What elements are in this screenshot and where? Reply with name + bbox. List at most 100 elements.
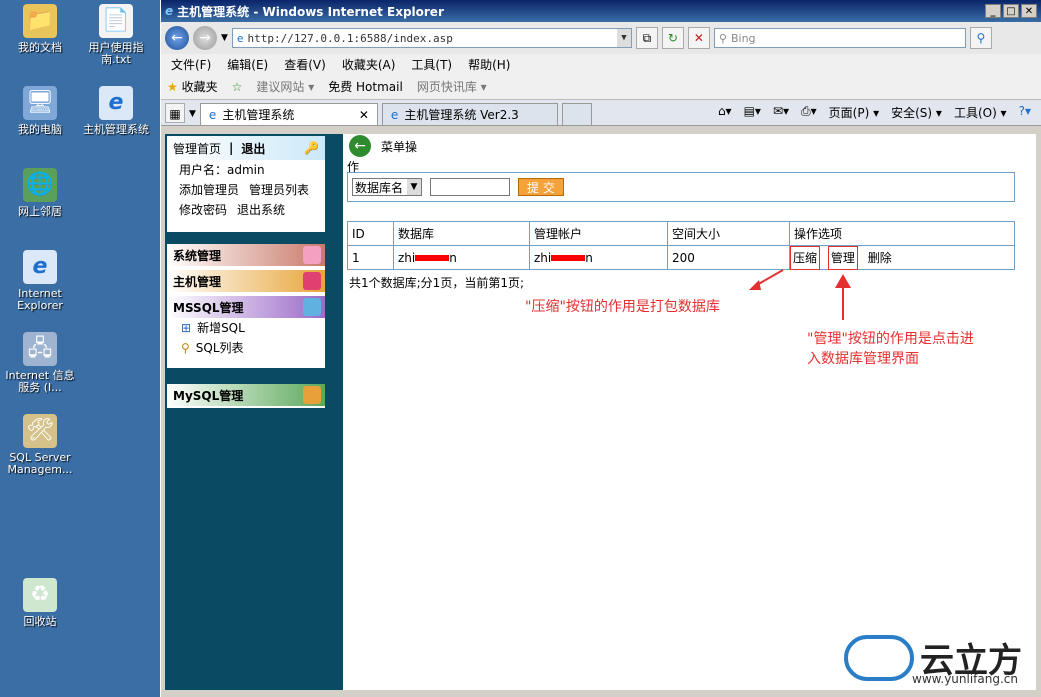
annotation-compress: "压缩"按钮的作用是打包数据库: [525, 299, 720, 315]
delete-button[interactable]: 删除: [868, 251, 892, 265]
window-controls: _ □ ✕: [985, 4, 1037, 18]
back-arrow-icon[interactable]: ←: [349, 135, 371, 157]
admin-home-link[interactable]: 管理首页: [173, 140, 221, 157]
maximize-button[interactable]: □: [1003, 4, 1019, 18]
tab-page-icon: e: [390, 107, 399, 122]
mssql-add[interactable]: ⊞ 新增SQL: [167, 318, 325, 338]
help-icon[interactable]: ?▾: [1019, 104, 1031, 121]
menu-file[interactable]: 文件(F): [171, 56, 211, 73]
exit-system-link[interactable]: 退出系统: [237, 202, 285, 218]
mssql-list[interactable]: ⚲ SQL列表: [167, 338, 325, 358]
field-select[interactable]: 数据库名 ▼: [352, 178, 423, 196]
user-box: 管理首页 | 退出 🔑 用户名：admin 添加管理员 管理员列表 修改密码 退…: [167, 136, 325, 232]
keyword-input[interactable]: [430, 178, 511, 196]
minimize-button[interactable]: _: [985, 4, 1001, 18]
tab-host-manager[interactable]: e 主机管理系统 ✕: [199, 103, 378, 125]
history-dropdown-icon[interactable]: ▼: [221, 33, 228, 43]
submit-button[interactable]: 提 交: [518, 178, 564, 196]
database-table: ID 数据库 管理帐户 空间大小 操作选项 1 zhin zhin 200: [347, 221, 1015, 270]
folder-icon: 📁: [23, 4, 57, 38]
search-button[interactable]: ⚲: [969, 27, 992, 49]
add-favorite-icon[interactable]: ☆: [232, 80, 243, 94]
menu-edit[interactable]: 编辑(E): [227, 56, 268, 73]
address-dropdown-icon[interactable]: ▼: [616, 29, 631, 47]
network-icon: 🌐: [23, 168, 57, 202]
tab-list-dropdown-icon[interactable]: ▼: [189, 109, 196, 119]
admin-list-link[interactable]: 管理员列表: [249, 182, 309, 198]
favorites-button[interactable]: ★ 收藏夹: [167, 78, 218, 95]
feeds-icon[interactable]: ▤▾: [744, 104, 761, 121]
fav-suggested-sites[interactable]: 建议网站 ▾: [256, 78, 314, 95]
recycle-bin-icon: ♻: [23, 578, 57, 612]
logo-url: www.yunlifang.cn: [912, 672, 1018, 686]
tab-host-manager-v23[interactable]: e 主机管理系统 Ver2.3: [381, 103, 558, 125]
desktop-icon-internet-explorer[interactable]: e Internet Explorer: [0, 250, 80, 312]
change-password-link[interactable]: 修改密码: [179, 202, 227, 218]
add-admin-link[interactable]: 添加管理员: [179, 182, 239, 198]
back-button[interactable]: ←: [165, 26, 189, 50]
menu-bar: 文件(F) 编辑(E) 查看(V) 收藏夹(A) 工具(T) 帮助(H): [161, 54, 1041, 74]
logout-link[interactable]: 退出: [241, 140, 265, 157]
menu-tools[interactable]: 工具(T): [411, 56, 452, 73]
cloud-logo-icon: [844, 634, 914, 681]
section-host[interactable]: 主机管理: [167, 270, 325, 292]
mysql-box: MySQL管理: [167, 384, 325, 408]
stop-button[interactable]: ✕: [687, 27, 710, 49]
chart-icon: [303, 386, 321, 404]
refresh-button[interactable]: ↻: [661, 27, 684, 49]
page-menu[interactable]: 页面(P) ▾: [829, 104, 879, 121]
desktop: 📁 我的文档 📄 用户使用指南.txt 🖥 我的电脑 e 主机管理系统 🌐 网上…: [0, 0, 160, 697]
page-icon: e: [236, 31, 244, 45]
pagination-info: 共1个数据库;分1页，当前第1页;: [349, 276, 524, 290]
redaction-mark: [415, 255, 450, 261]
desktop-icon-sql-server[interactable]: 🛠 SQL Server Managem...: [0, 414, 80, 476]
col-actions: 操作选项: [789, 221, 1015, 246]
desktop-icon-iis[interactable]: 🖧 Internet 信息服务 (I...: [0, 332, 80, 394]
address-bar-row: ← → ▼ e http://127.0.0.1:6588/index.asp …: [161, 22, 1041, 54]
col-account: 管理帐户: [529, 221, 668, 246]
close-button[interactable]: ✕: [1021, 4, 1037, 18]
section-mssql[interactable]: MSSQL管理: [167, 296, 325, 318]
annotation-manage-line1: "管理"按钮的作用是点击进: [807, 331, 974, 347]
ie-icon: e: [23, 250, 57, 284]
desktop-icon-host-manager[interactable]: e 主机管理系统: [76, 86, 156, 136]
menu-help[interactable]: 帮助(H): [468, 56, 510, 73]
desktop-icon-recycle-bin[interactable]: ♻ 回收站: [0, 578, 80, 628]
new-tab[interactable]: [561, 103, 592, 125]
page-content: 管理首页 | 退出 🔑 用户名：admin 添加管理员 管理员列表 修改密码 退…: [165, 134, 1036, 690]
server-icon: 🖧: [23, 332, 57, 366]
print-icon[interactable]: ⎙▾: [801, 104, 817, 121]
desktop-icon-network[interactable]: 🌐 网上邻居: [0, 168, 80, 218]
fav-hotmail[interactable]: 免费 Hotmail: [328, 78, 403, 95]
favorites-bar: ★ 收藏夹 ☆ 建议网站 ▾ 免费 Hotmail 网页快讯库 ▾: [161, 74, 1041, 100]
compat-view-button[interactable]: ⧉: [635, 27, 658, 49]
desktop-icon-user-guide[interactable]: 📄 用户使用指南.txt: [76, 4, 156, 66]
fav-web-slice[interactable]: 网页快讯库 ▾: [417, 78, 487, 95]
cell-actions: 压缩 管理 删除: [789, 245, 1015, 270]
quick-tabs-icon[interactable]: ▦: [165, 103, 185, 123]
tools-menu[interactable]: 工具(O) ▾: [954, 104, 1007, 121]
left-panel: 管理首页 | 退出 🔑 用户名：admin 添加管理员 管理员列表 修改密码 退…: [165, 134, 343, 690]
menu-view[interactable]: 查看(V): [284, 56, 326, 73]
annotation-manage-line2: 入数据库管理界面: [807, 351, 919, 367]
address-input[interactable]: e http://127.0.0.1:6588/index.asp ▼: [231, 28, 632, 48]
compress-button[interactable]: 压缩: [790, 246, 821, 270]
menu-favorites[interactable]: 收藏夹(A): [342, 56, 396, 73]
section-mysql[interactable]: MySQL管理: [167, 384, 325, 406]
search-form: 数据库名 ▼ 提 交: [347, 172, 1015, 202]
manage-button[interactable]: 管理: [827, 246, 858, 270]
safety-menu[interactable]: 安全(S) ▾: [891, 104, 942, 121]
desktop-icon-my-computer[interactable]: 🖥 我的电脑: [0, 86, 80, 136]
menu-box: 系统管理 主机管理 MSSQL管理 ⊞ 新增SQL ⚲ SQL列表: [167, 244, 325, 368]
home-icon[interactable]: ⌂▾: [718, 104, 732, 121]
gear-icon: [303, 246, 321, 264]
command-bar: ⌂▾ ▤▾ ✉▾ ⎙▾ 页面(P) ▾ 安全(S) ▾ 工具(O) ▾ ?▾: [718, 104, 1031, 121]
forward-button[interactable]: →: [193, 26, 217, 50]
search-input[interactable]: ⚲ Bing: [713, 28, 966, 48]
tab-bar: ▦ ▼ e 主机管理系统 ✕ e 主机管理系统 Ver2.3 ⌂▾ ▤▾ ✉▾ …: [161, 100, 1041, 126]
tab-close-icon[interactable]: ✕: [359, 108, 369, 122]
desktop-icon-my-documents[interactable]: 📁 我的文档: [0, 4, 80, 54]
section-system[interactable]: 系统管理: [167, 244, 325, 266]
mail-icon[interactable]: ✉▾: [773, 104, 789, 121]
network-node-icon: [303, 298, 321, 316]
